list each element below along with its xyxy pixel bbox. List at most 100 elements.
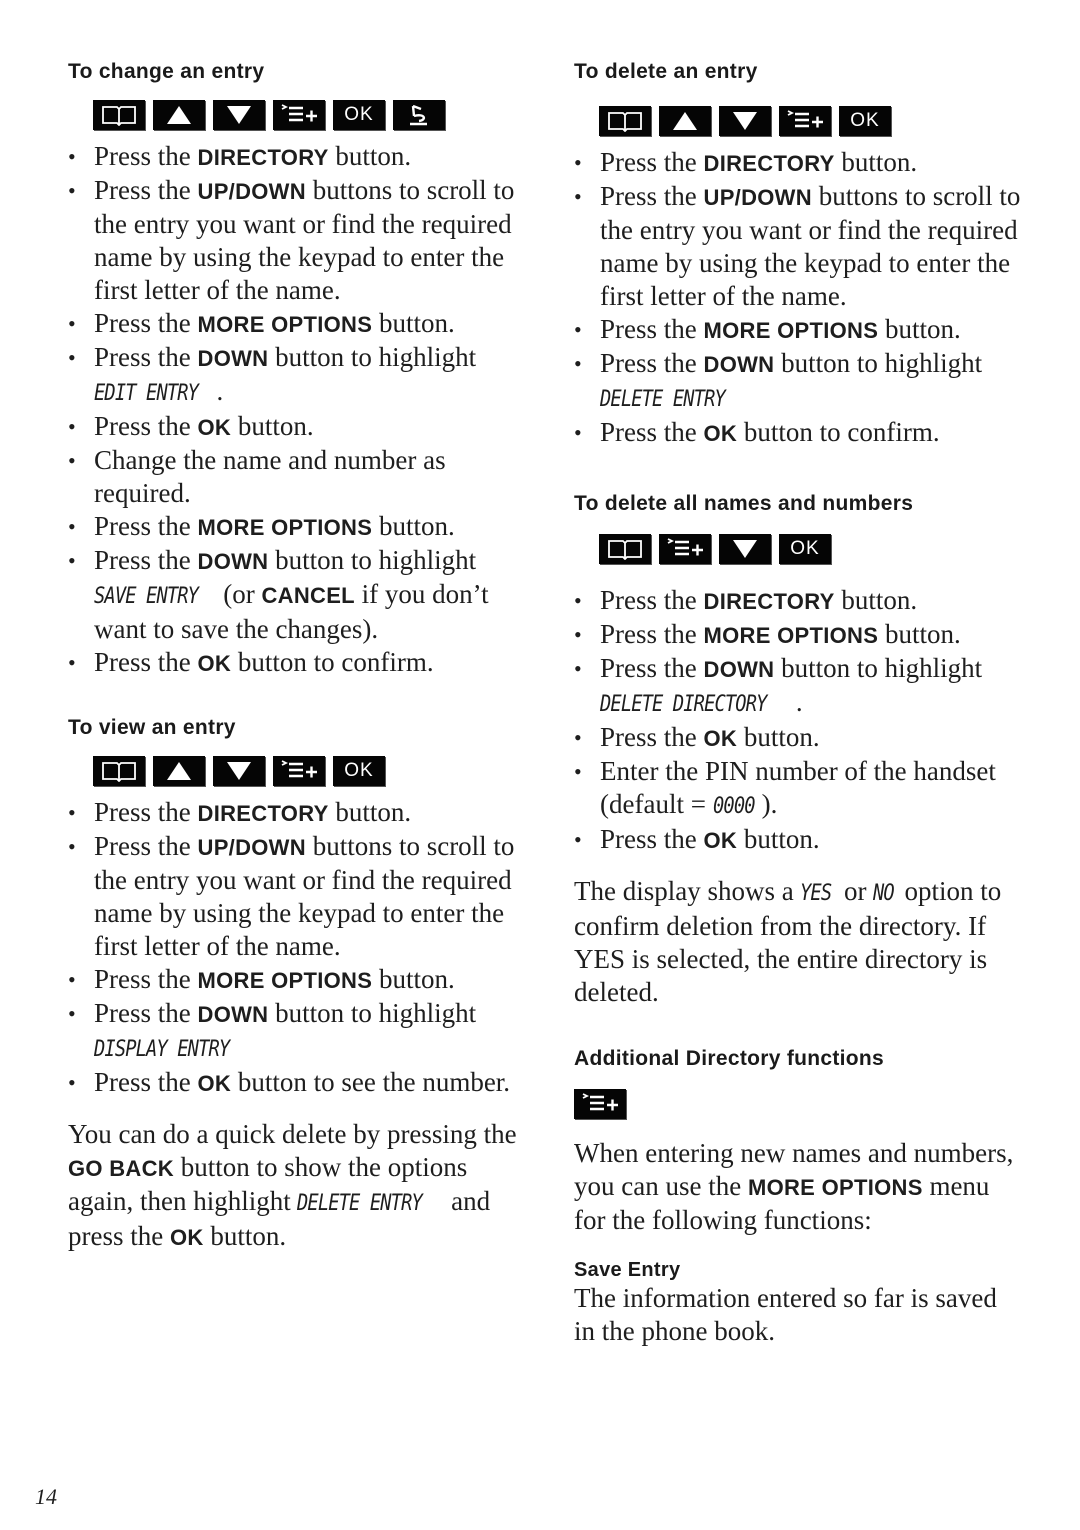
- list-item: Press the OK button.: [574, 823, 1024, 857]
- down-arrow-icon: [719, 106, 771, 136]
- quick-delete-note: You can do a quick delete by pressing th…: [68, 1118, 518, 1254]
- up-arrow-icon: [659, 106, 711, 136]
- text: button.: [231, 411, 314, 441]
- steps-view-entry: Press the DIRECTORY button. Press the UP…: [68, 796, 518, 1100]
- section-title-change-entry: To change an entry: [68, 60, 265, 83]
- text: button.: [328, 797, 412, 827]
- list-item: Press the DIRECTORY button.: [574, 584, 1024, 618]
- list-item: Press the UP/DOWN buttons to scroll to t…: [68, 830, 518, 963]
- additional-intro: When entering new names and numbers, you…: [574, 1137, 1024, 1237]
- ok-key: OK: [779, 534, 831, 564]
- text: button.: [834, 585, 918, 615]
- down-arrow-icon: [213, 100, 265, 130]
- list-item: Press the OK button to confirm.: [68, 646, 518, 680]
- text: Press the: [94, 511, 198, 541]
- text: button to highlight: [774, 653, 983, 683]
- up-arrow-icon: [153, 100, 205, 130]
- list-item: Press the DOWN button to highlight EDIT …: [68, 341, 518, 410]
- list-item: Press the DIRECTORY button.: [68, 140, 518, 174]
- bold-text: UP/DOWN: [197, 835, 306, 860]
- text: ).: [761, 789, 778, 819]
- text: Press the: [94, 175, 198, 205]
- list-item: Press the DIRECTORY button.: [574, 146, 1024, 180]
- list-item: Press the OK button to confirm.: [574, 416, 1024, 450]
- section-title-view-entry: To view an entry: [68, 716, 236, 739]
- text: You can do a quick delete by pressing th…: [68, 1119, 517, 1149]
- list-item: Press the DOWN button to highlight DISPL…: [68, 997, 518, 1066]
- button-sequence-delete-entry: OK: [599, 106, 1024, 136]
- bold-text: MORE OPTIONS: [197, 312, 373, 337]
- text: button.: [372, 964, 455, 994]
- text: Change the name and number as required.: [94, 445, 446, 508]
- more-options-icon: [574, 1089, 626, 1119]
- steps-delete-entry: Press the DIRECTORY button. Press the UP…: [574, 146, 1024, 450]
- left-column: To change an entry OK Press the DIRECTOR…: [68, 60, 518, 1254]
- text: Press the: [600, 348, 704, 378]
- list-item: Press the MORE OPTIONS button.: [68, 963, 518, 997]
- lcd-text: DELETE ENTRY: [600, 387, 726, 412]
- text: Press the: [94, 308, 198, 338]
- bold-text: GO BACK: [68, 1156, 174, 1181]
- text: Press the: [600, 417, 704, 447]
- bold-text: DOWN: [703, 657, 775, 682]
- button-sequence-view-entry: OK: [93, 756, 518, 786]
- text: button to highlight: [268, 342, 477, 372]
- text: .: [216, 376, 224, 406]
- text: button.: [737, 824, 820, 854]
- list-item: Enter the PIN number of the handset (def…: [574, 755, 1024, 823]
- list-item: Press the OK button to see the number.: [68, 1066, 518, 1100]
- bold-text: DOWN: [197, 346, 269, 371]
- bold-text: OK: [703, 421, 738, 446]
- down-arrow-icon: [213, 756, 265, 786]
- bold-text: DIRECTORY: [197, 145, 329, 170]
- bold-text: OK: [703, 726, 738, 751]
- page-number: 14: [35, 1484, 57, 1509]
- right-column: To delete an entry OK Press the DIRECTOR…: [574, 60, 1024, 1348]
- text: Press the: [94, 1067, 198, 1097]
- save-entry-title: Save Entry: [574, 1259, 681, 1281]
- bold-text: DIRECTORY: [703, 151, 835, 176]
- list-item: Press the DIRECTORY button.: [68, 796, 518, 830]
- list-item: Press the MORE OPTIONS button.: [68, 510, 518, 544]
- button-sequence-change-entry: OK: [93, 100, 518, 130]
- text: The display shows a: [574, 876, 801, 906]
- list-item: Change the name and number as required.: [68, 444, 518, 510]
- text: Press the: [94, 998, 198, 1028]
- text: Press the: [94, 342, 198, 372]
- bold-text: DOWN: [197, 1002, 269, 1027]
- lcd-text: EDIT ENTRY: [94, 381, 199, 406]
- list-item: Press the DOWN button to highlight SAVE …: [68, 544, 518, 646]
- text: Enter the PIN number of the handset (def…: [600, 756, 996, 819]
- lcd-text: DELETE ENTRY: [297, 1191, 423, 1216]
- text: Press the: [94, 411, 198, 441]
- bold-text: CANCEL: [261, 583, 355, 608]
- bold-text: MORE OPTIONS: [747, 1175, 923, 1200]
- text: Press the: [600, 147, 704, 177]
- list-item: Press the DOWN button to highlight DELET…: [574, 347, 1024, 416]
- list-item: Press the MORE OPTIONS button.: [68, 307, 518, 341]
- text: Press the: [94, 797, 198, 827]
- lcd-text: SAVE ENTRY: [94, 584, 199, 609]
- text: button.: [878, 314, 961, 344]
- text: or: [837, 876, 874, 906]
- bold-text: OK: [703, 828, 738, 853]
- text: button to highlight: [268, 545, 477, 575]
- text: button.: [834, 147, 918, 177]
- book-icon: [599, 106, 651, 136]
- more-options-icon: [659, 534, 711, 564]
- text: button to confirm.: [231, 647, 434, 677]
- bold-text: UP/DOWN: [197, 179, 306, 204]
- text: button to highlight: [268, 998, 477, 1028]
- text: Press the: [94, 141, 198, 171]
- button-sequence-additional: [574, 1089, 1024, 1119]
- text: Press the: [600, 619, 704, 649]
- list-item: Press the OK button.: [68, 410, 518, 444]
- text: button to see the number.: [231, 1067, 511, 1097]
- lcd-text: DELETE DIRECTORY: [600, 692, 767, 717]
- text: Press the: [600, 722, 704, 752]
- lcd-text: DISPLAY ENTRY: [94, 1037, 230, 1062]
- text: button to highlight: [774, 348, 983, 378]
- lcd-text: YES: [800, 881, 832, 906]
- list-item: Press the DOWN button to highlight DELET…: [574, 652, 1024, 721]
- bold-text: MORE OPTIONS: [703, 318, 879, 343]
